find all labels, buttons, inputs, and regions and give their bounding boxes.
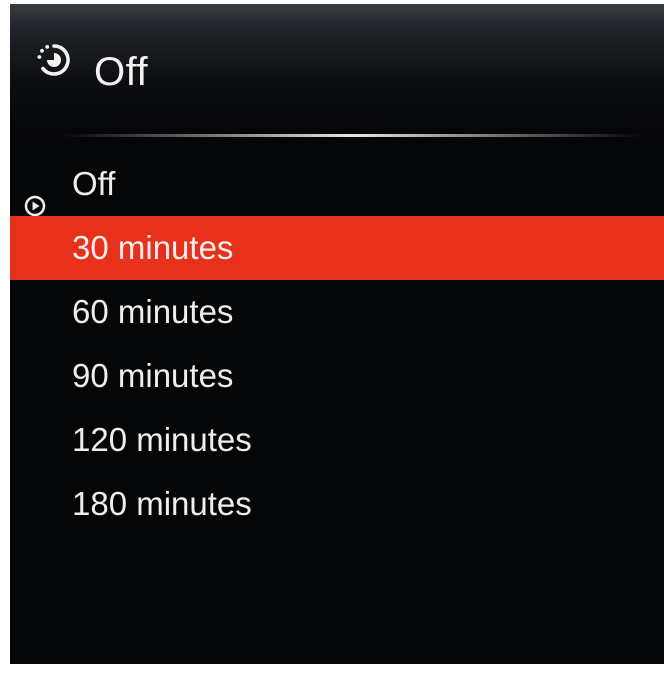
sleep-timer-icon [34,40,74,80]
timer-option-90-minutes[interactable]: 90 minutes [10,344,664,408]
menu-header: Off [10,4,664,132]
timer-option-list: Off 30 minutes 60 minutes 90 minutes 120… [10,152,664,536]
timer-option-off[interactable]: Off [10,152,664,217]
timer-option-label: 120 minutes [72,421,252,458]
menu-title: Off [94,50,149,94]
timer-option-label: 90 minutes [72,357,234,394]
timer-option-label: 30 minutes [72,229,234,266]
sleep-timer-menu: Off Off 30 minutes 60 minutes 90 minutes… [10,4,664,664]
timer-option-label: 60 minutes [72,293,234,330]
timer-option-label: Off [72,165,116,202]
play-circle-icon [24,174,46,217]
header-divider [62,134,642,137]
timer-option-30-minutes[interactable]: 30 minutes [10,216,664,280]
timer-option-60-minutes[interactable]: 60 minutes [10,280,664,344]
timer-option-120-minutes[interactable]: 120 minutes [10,408,664,472]
timer-option-label: 180 minutes [72,485,252,522]
timer-option-180-minutes[interactable]: 180 minutes [10,472,664,536]
